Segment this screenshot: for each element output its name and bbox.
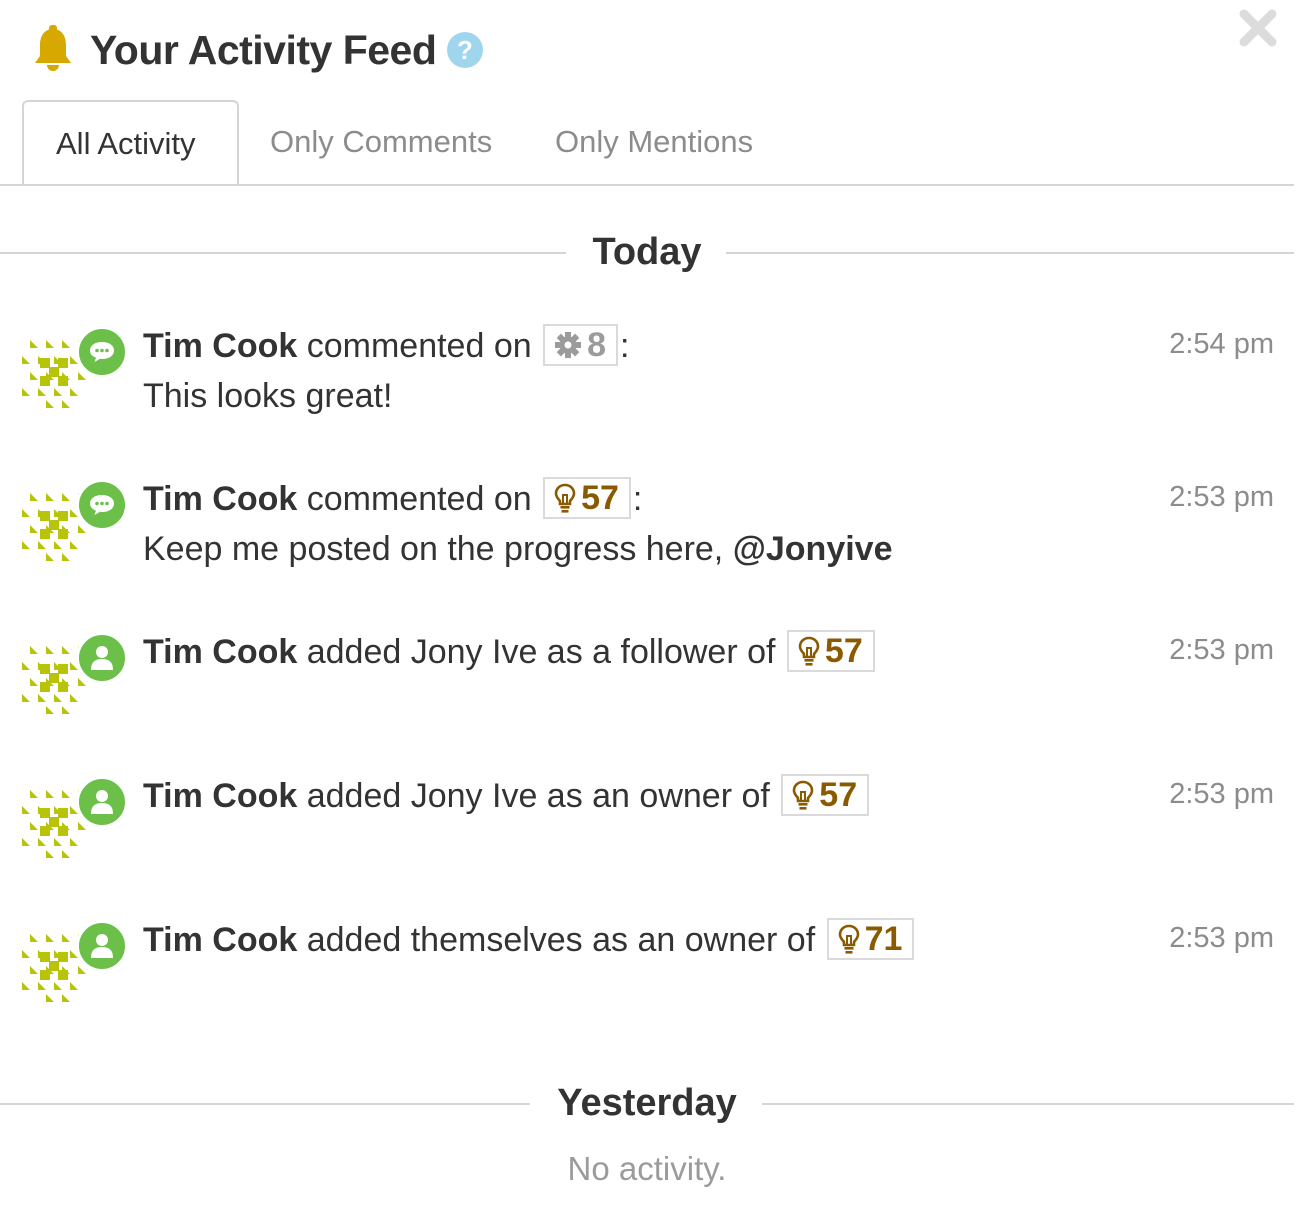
- user-icon: [91, 934, 113, 958]
- action-text: commented on: [306, 480, 532, 518]
- feed-header: Your Activity Feed ?: [30, 22, 484, 78]
- section-title: Today: [592, 231, 702, 273]
- comment-icon: [90, 495, 114, 515]
- badge: [76, 776, 128, 828]
- ref-number: 57: [824, 632, 863, 671]
- avatar[interactable]: [18, 632, 128, 722]
- lightbulb-icon: [798, 636, 820, 666]
- activity-text: Tim Cook commented on 8 :: [143, 322, 629, 370]
- activity-item: Tim Cook added Jony Ive as an owner of 5…: [0, 772, 1294, 872]
- action-text: added themselves as an owner of: [306, 921, 816, 959]
- timestamp: 2:53 pm: [1169, 634, 1274, 666]
- badge: [76, 920, 128, 972]
- page-title: Your Activity Feed: [90, 26, 437, 73]
- activity-tabs: All Activity Only Comments Only Mentions: [0, 100, 1294, 186]
- bell-icon: [35, 25, 71, 71]
- comment-text: Keep me posted on the progress here, @Jo…: [143, 525, 893, 573]
- comment-body: Keep me posted on the progress here,: [143, 530, 733, 568]
- svg-text:?: ?: [457, 35, 473, 65]
- ref-chip[interactable]: 57: [543, 477, 631, 520]
- section-today: Today: [0, 222, 1294, 282]
- comment-text: This looks great!: [143, 377, 393, 415]
- avatar[interactable]: [18, 920, 128, 1010]
- activity-text: Tim Cook added themselves as an owner of…: [143, 916, 916, 964]
- close-icon[interactable]: [1238, 8, 1278, 48]
- colon: :: [632, 480, 643, 518]
- section-yesterday: Yesterday: [0, 1073, 1294, 1133]
- activity-item: Tim Cook added themselves as an owner of…: [0, 916, 1294, 1016]
- empty-state-text: No activity.: [567, 1150, 727, 1187]
- badge: [76, 479, 128, 531]
- activity-text: Tim Cook commented on 57 :: [143, 475, 642, 523]
- user-name[interactable]: Tim Cook: [143, 480, 297, 518]
- action-text: added Jony Ive as an owner of: [306, 777, 770, 815]
- ref-number: 57: [581, 479, 619, 518]
- action-text: added Jony Ive as a follower of: [306, 633, 776, 671]
- ref-chip[interactable]: 57: [781, 774, 870, 817]
- ref-chip[interactable]: 71: [826, 918, 915, 961]
- avatar[interactable]: [18, 479, 128, 569]
- ref-number: 71: [864, 920, 903, 959]
- gear-icon: [555, 332, 582, 359]
- timestamp: 2:54 pm: [1169, 328, 1274, 360]
- timestamp: 2:53 pm: [1169, 922, 1274, 954]
- ref-number: 8: [587, 326, 607, 365]
- user-name[interactable]: Tim Cook: [143, 921, 297, 959]
- avatar[interactable]: [18, 776, 128, 866]
- user-name[interactable]: Tim Cook: [143, 777, 297, 815]
- ref-chip[interactable]: 57: [786, 630, 875, 673]
- user-icon: [91, 790, 113, 814]
- section-title: Yesterday: [557, 1082, 737, 1124]
- timestamp: 2:53 pm: [1169, 481, 1274, 513]
- ref-chip[interactable]: 8: [543, 324, 619, 367]
- ref-number: 57: [819, 776, 858, 815]
- lightbulb-icon: [792, 780, 814, 810]
- tab-all-activity[interactable]: All Activity: [22, 100, 239, 184]
- timestamp: 2:53 pm: [1169, 778, 1274, 810]
- lightbulb-icon: [838, 924, 859, 954]
- tab-only-mentions[interactable]: Only Mentions: [555, 100, 753, 182]
- lightbulb-icon: [554, 483, 576, 513]
- avatar[interactable]: [18, 326, 128, 416]
- activity-text: Tim Cook added Jony Ive as an owner of 5…: [143, 772, 871, 820]
- comment-icon: [90, 342, 114, 362]
- help-icon[interactable]: ?: [446, 31, 484, 69]
- user-name[interactable]: Tim Cook: [143, 633, 297, 671]
- action-text: commented on: [306, 327, 532, 365]
- badge: [76, 326, 128, 378]
- badge: [76, 632, 128, 684]
- tab-only-comments[interactable]: Only Comments: [270, 100, 492, 182]
- activity-item: Tim Cook commented on 57 : Keep me poste…: [0, 475, 1294, 575]
- activity-text: Tim Cook added Jony Ive as a follower of…: [143, 628, 877, 676]
- user-icon: [91, 646, 113, 670]
- mention[interactable]: @Jonyive: [733, 530, 893, 568]
- user-name[interactable]: Tim Cook: [143, 327, 297, 365]
- activity-item: Tim Cook added Jony Ive as a follower of…: [0, 628, 1294, 728]
- activity-item: Tim Cook commented on 8 : This looks gre…: [0, 322, 1294, 422]
- colon: :: [620, 327, 630, 365]
